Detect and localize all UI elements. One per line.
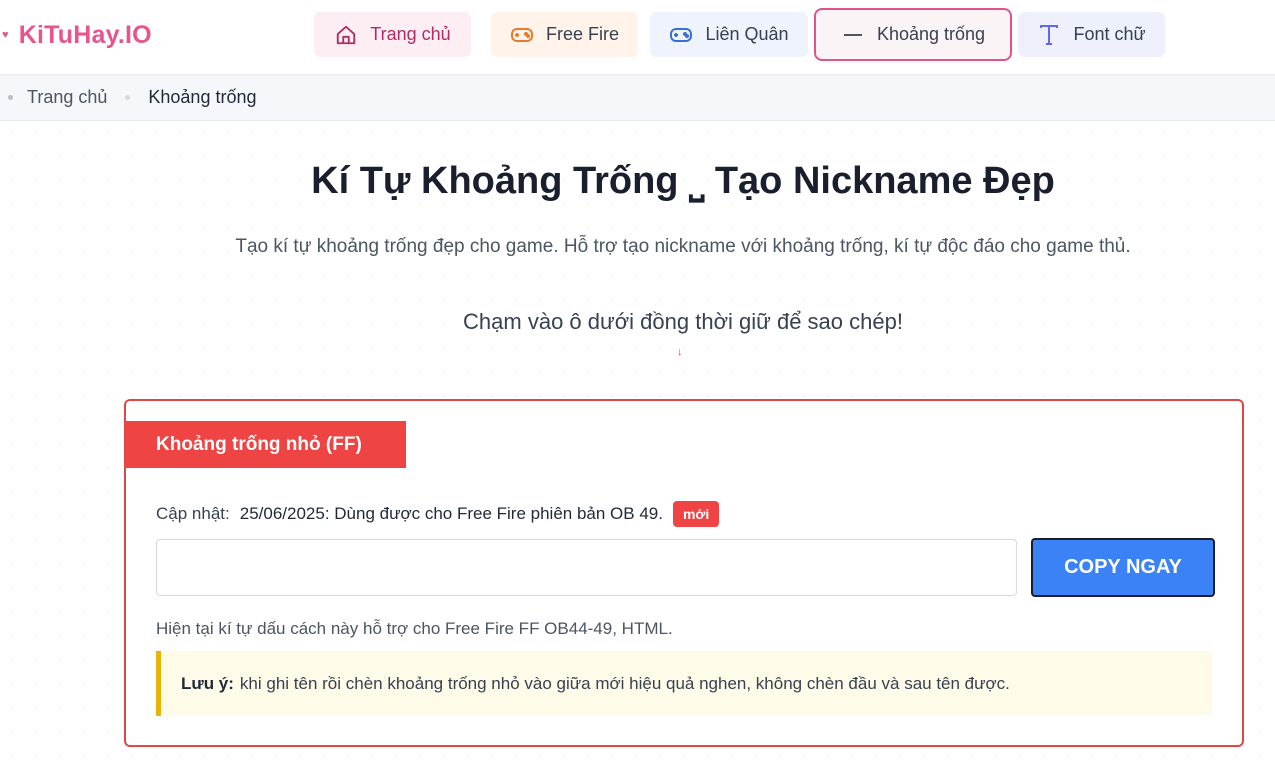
gamepad-icon (510, 23, 534, 47)
update-label: Cập nhật: (156, 504, 230, 523)
new-badge: mới (672, 501, 720, 527)
update-row: Cập nhật: 25/06/2025: Dùng được cho Free… (156, 501, 720, 527)
dot-icon (8, 95, 13, 100)
heart-icon: ♥ (2, 29, 9, 41)
home-icon (334, 23, 358, 47)
page-title: Kí Tự Khoảng Trống ⎵ Tạo Nickname Đẹp (311, 160, 1055, 202)
nav-free-fire-label: Free Fire (545, 24, 619, 44)
text-icon (1037, 23, 1061, 47)
dot-icon (125, 95, 131, 100)
nav-lien-quan-label: Liên Quân (705, 24, 789, 44)
site-header: ♥ KiTuHay.IO Trang chủ Free Fire Liên Qu… (0, 0, 1275, 74)
minus-icon (841, 23, 865, 47)
note-label: Lưu ý: (181, 673, 234, 693)
nav-home-label: Trang chủ (370, 24, 451, 44)
nav-font-chu[interactable]: Font chữ (1018, 12, 1165, 57)
update-text: 25/06/2025: Dùng được cho Free Fire phiê… (239, 504, 663, 523)
note-text: khi ghi tên rồi chèn khoảng trống nhỏ và… (239, 673, 1010, 693)
space-input[interactable] (156, 539, 1017, 596)
nav-khoang-trong[interactable]: Khoảng trống (814, 8, 1012, 61)
card-badge: Khoảng trống nhỏ (FF) (126, 421, 406, 468)
page-subtitle: Tạo kí tự khoảng trống đẹp cho game. Hỗ … (235, 236, 1131, 257)
support-text: Hiện tại kí tự dấu cách này hỗ trợ cho F… (156, 619, 673, 638)
gamepad-icon (669, 23, 693, 47)
nav-lien-quan[interactable]: Liên Quân (650, 12, 808, 57)
copy-button[interactable]: COPY NGAY (1031, 538, 1215, 597)
breadcrumb-home-label: Trang chủ (27, 87, 108, 107)
space-card: Khoảng trống nhỏ (FF) Cập nhật: 25/06/20… (124, 399, 1244, 747)
nav-home[interactable]: Trang chủ (314, 12, 471, 57)
site-logo[interactable]: ♥ KiTuHay.IO (0, 20, 152, 50)
nav-khoang-trong-label: Khoảng trống (876, 24, 986, 44)
nav-font-chu-label: Font chữ (1073, 24, 1146, 44)
arrow-down-icon: ↓ (677, 346, 683, 358)
breadcrumb-current: Khoảng trống (107, 87, 256, 108)
breadcrumb-home[interactable]: Trang chủ (0, 87, 107, 108)
note-box: Lưu ý: khi ghi tên rồi chèn khoảng trống… (156, 651, 1212, 716)
breadcrumb-current-label: Khoảng trống (148, 87, 257, 107)
nav-free-fire[interactable]: Free Fire (491, 12, 638, 57)
breadcrumb: Trang chủ Khoảng trống (0, 74, 1275, 121)
logo-text: KiTuHay.IO (18, 20, 152, 49)
copy-instruction: Chạm vào ô dưới đồng thời giữ để sao ché… (463, 309, 903, 334)
